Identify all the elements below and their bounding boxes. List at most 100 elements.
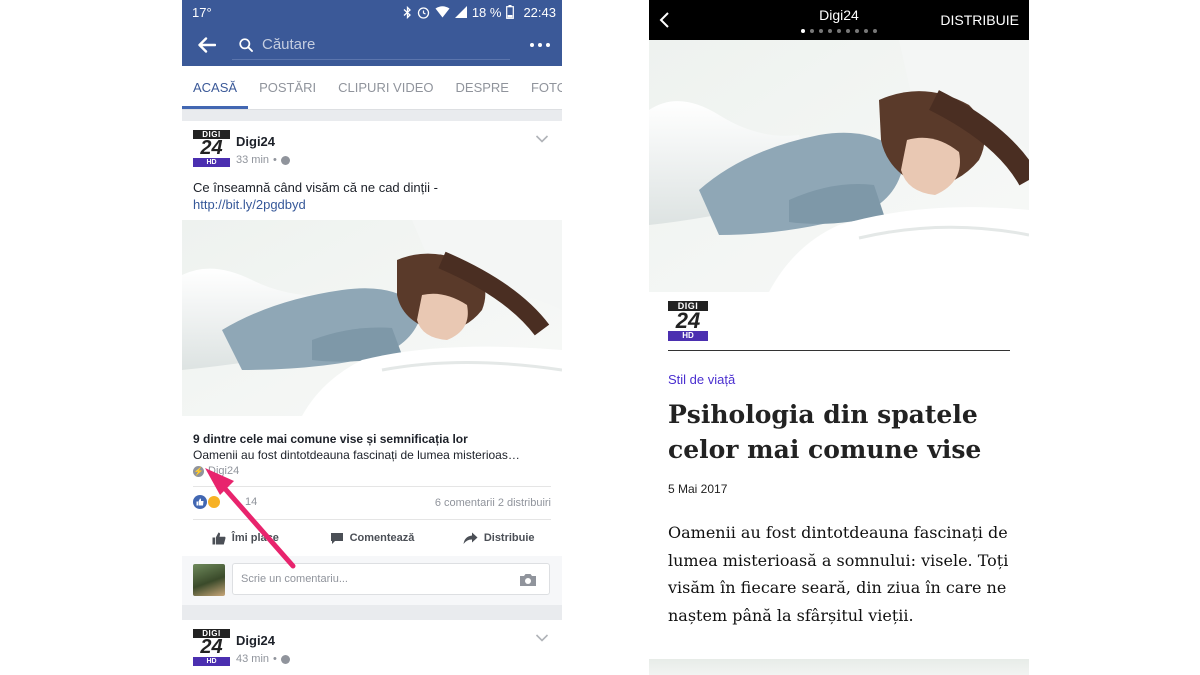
page-dot: [828, 29, 832, 33]
comment-button[interactable]: Comentează: [309, 521, 436, 555]
post-timestamp: 33 min •: [236, 154, 290, 166]
link-source-name: Digi24: [208, 465, 240, 477]
page-dot: [837, 29, 841, 33]
article-headline: Psihologia din spatele celor mai comune …: [668, 400, 982, 464]
dot-icon: [538, 43, 542, 47]
post-page-name[interactable]: Digi24: [236, 134, 275, 149]
post-message-text: Ce înseamnă când visăm că ne cad dinții …: [193, 180, 438, 195]
page-dot: [855, 29, 859, 33]
post-timestamp: 43 min •: [236, 653, 290, 665]
comment-input[interactable]: [241, 573, 511, 585]
like-label: Îmi place: [231, 532, 279, 544]
share-button[interactable]: DISTRIBUIE: [940, 12, 1019, 28]
haha-reaction-icon: [207, 495, 221, 509]
article-category[interactable]: Stil de viață: [668, 372, 735, 387]
signal-icon: [454, 6, 467, 18]
page-tabs: ACASĂ POSTĂRI CLIPURI VIDEO DESPRE FOTOG…: [182, 66, 562, 110]
post-header: DIGI 24 HD Digi24 33 min •: [193, 130, 553, 170]
divider: [193, 486, 551, 487]
divider: [668, 350, 1010, 351]
post-time-text: 33 min: [236, 154, 270, 166]
chevron-down-icon[interactable]: [535, 134, 549, 144]
comment-icon: [330, 532, 343, 544]
back-arrow-icon: [198, 37, 216, 53]
dot-icon: [546, 43, 550, 47]
instant-article-bolt-icon: ⚡: [193, 465, 204, 477]
tab-photos[interactable]: FOTOGR: [520, 66, 562, 109]
link-description: Oamenii au fost dintotdeauna fascinați d…: [193, 448, 520, 462]
tab-videos[interactable]: CLIPURI VIDEO: [327, 66, 444, 109]
wifi-icon: [435, 6, 450, 18]
logo-middle-text: 24: [668, 310, 708, 332]
like-button[interactable]: Îmi place: [182, 521, 309, 555]
sleeping-woman-photo: [182, 220, 562, 416]
tab-about[interactable]: DESPRE: [445, 66, 520, 109]
more-options-button[interactable]: [522, 24, 558, 66]
separator-dot: •: [273, 154, 277, 166]
logo-middle-text: 24: [193, 138, 230, 158]
tab-home[interactable]: ACASĂ: [182, 66, 249, 109]
search-box[interactable]: [232, 30, 510, 60]
article-lead-paragraph: Oamenii au fost dintotdeauna fascinați d…: [668, 523, 1009, 625]
status-time: 22:43: [523, 4, 556, 20]
digi24-logo[interactable]: DIGI 24 HD: [668, 301, 708, 341]
logo-bottom-text: HD: [193, 657, 230, 666]
like-reaction-icon: [193, 495, 207, 509]
battery-icon: [506, 5, 515, 19]
share-label: Distribuie: [483, 532, 535, 544]
post-actions: Îmi place Comentează Distribuie: [182, 521, 562, 555]
logo-middle-text: 24: [193, 637, 230, 657]
sleeping-woman-photo: [649, 40, 1029, 292]
divider: [193, 519, 551, 520]
post-link[interactable]: http://bit.ly/2pgdbyd: [193, 196, 553, 213]
page-dot: [801, 29, 805, 33]
logo-bottom-text: HD: [193, 158, 230, 167]
page-dot: [846, 29, 850, 33]
comments-shares-count[interactable]: 6 comentarii 2 distribuiri: [435, 497, 551, 509]
page-dot: [819, 29, 823, 33]
share-arrow-icon: [463, 532, 478, 544]
article-top-bar: Digi24 DISTRIBUIE: [649, 0, 1029, 40]
post-header: DIGI 24 HD Digi24 43 min •: [193, 629, 553, 669]
feed-post: DIGI 24 HD Digi24 33 min • Ce înseamnă c…: [182, 121, 562, 605]
back-button[interactable]: [182, 24, 232, 66]
alarm-icon: [417, 6, 430, 19]
post-page-name[interactable]: Digi24: [236, 633, 275, 648]
chevron-down-icon[interactable]: [535, 633, 549, 643]
user-avatar[interactable]: [193, 564, 225, 596]
separator-dot: •: [273, 653, 277, 665]
instant-article-screen: Digi24 DISTRIBUIE DIGI 24 HD Stil de via…: [649, 0, 1029, 675]
facebook-mobile-screen: 17° 18 % 22:43 Căutare ACASĂ POSTĂRI CLI…: [182, 0, 562, 675]
status-temperature: 17°: [192, 4, 212, 20]
status-bar: 17° 18 % 22:43: [182, 0, 562, 24]
digi24-logo[interactable]: DIGI 24 HD: [193, 130, 230, 167]
reactions-summary[interactable]: 14: [193, 495, 257, 509]
facebook-header: [182, 24, 562, 66]
comment-label: Comentează: [349, 532, 415, 544]
dot-icon: [530, 43, 534, 47]
camera-icon[interactable]: [519, 573, 537, 587]
tab-posts[interactable]: POSTĂRI: [248, 66, 327, 109]
bluetooth-icon: [403, 5, 412, 19]
share-button[interactable]: Distribuie: [435, 521, 562, 555]
link-source: ⚡ Digi24: [193, 465, 239, 477]
battery-percent: 18 %: [471, 4, 502, 20]
article-hero-image[interactable]: [649, 40, 1029, 292]
page-dot: [810, 29, 814, 33]
globe-icon: [280, 155, 290, 165]
search-icon: [236, 35, 256, 55]
globe-icon: [280, 654, 290, 664]
reactions-count: 14: [245, 496, 258, 508]
link-title[interactable]: 9 dintre cele mai comune vise și semnifi…: [193, 432, 553, 446]
post-message: Ce înseamnă când visăm că ne cad dinții …: [193, 179, 553, 213]
feed-post: DIGI 24 HD Digi24 43 min •: [182, 620, 562, 675]
comment-composer: [182, 556, 562, 605]
comment-field[interactable]: [232, 563, 550, 595]
thumbs-up-icon: [212, 532, 226, 544]
page-indicator: [649, 29, 1029, 33]
search-input[interactable]: [262, 36, 502, 53]
link-preview-image[interactable]: [182, 220, 562, 416]
post-time-text: 43 min: [236, 653, 270, 665]
logo-bottom-text: HD: [668, 331, 708, 341]
digi24-logo[interactable]: DIGI 24 HD: [193, 629, 230, 666]
